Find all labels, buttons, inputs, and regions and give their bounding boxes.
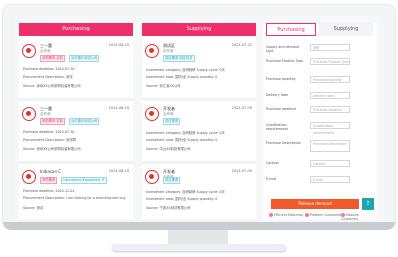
source-line: Source: 测试	[23, 206, 44, 210]
monitor-chin	[3, 222, 395, 230]
delivery-date-input[interactable]: Delivery date	[310, 92, 350, 99]
category-line: Investment category: 自研制研 Supply cycle: …	[146, 68, 225, 72]
field-label: Purchase Product Type	[266, 59, 304, 63]
field-label: Supply and demand type	[266, 45, 300, 53]
description-line: Procurement Description: 测试	[23, 75, 73, 79]
company-logo-icon	[145, 170, 159, 184]
monitor-stand-base	[112, 244, 286, 251]
source-line: Source: 宁波XX测试有限公司	[146, 206, 191, 210]
company-subtitle: 合作商	[163, 49, 174, 53]
check-icon	[269, 213, 273, 217]
company-tag: 沃尔德尔测试公司	[69, 118, 100, 125]
deadline-line: Purchase deadline: 2024-07-30	[23, 130, 75, 134]
post-date: 2024-07-09	[231, 106, 252, 110]
supplying-column-header: Supplying	[142, 23, 256, 36]
company-logo-icon	[145, 107, 159, 121]
source-line: Source: 浙江省XX公司	[146, 84, 181, 88]
supply-card[interactable]: 测试区 合作商 2024-07-25 供应需求-固定供货 Investment …	[142, 38, 256, 101]
screen: Purchasing 三一重 合作商 2024-08-19 采购需求-定制 沃尔…	[15, 15, 383, 225]
field-label: Purchase deadline	[266, 107, 297, 111]
feature-label: Platform Guarantee	[310, 213, 342, 217]
supply-card[interactable]: 开发者 合作商 2024-07-09 供应需求 Investment categ…	[142, 101, 256, 164]
type-tag: 供应需求	[163, 118, 181, 125]
contact-input[interactable]: Contact	[310, 160, 350, 167]
product-type-select[interactable]: Purchase Product Type	[310, 58, 350, 65]
email-input[interactable]: E-mail	[310, 176, 350, 183]
feature-item: Platform Guarantee	[305, 213, 341, 217]
purchase-card[interactable]: 三一重 合作商 2024-08-19 采购需求-定制 沃尔德尔测试公司 Purc…	[19, 38, 133, 101]
company-subtitle: 合作商	[163, 112, 174, 116]
tab-purchasing[interactable]: Purchasing	[266, 23, 316, 36]
post-date: 2024-07-25	[231, 43, 252, 47]
company-logo-icon	[22, 44, 36, 58]
type-tag: 采购需求	[40, 177, 58, 184]
description-line: Procurement Description: 测试啊	[23, 138, 76, 142]
type-tag: 采购需求-定制	[40, 55, 65, 62]
field-label: E-mail	[266, 177, 277, 181]
quantity-input[interactable]: Purchase quantity	[310, 76, 350, 83]
monitor-frame: Purchasing 三一重 合作商 2024-08-19 采购需求-定制 沃尔…	[3, 5, 395, 229]
purchasing-column-header: Purchasing	[19, 23, 133, 36]
company-logo-icon	[22, 107, 36, 121]
check-icon	[305, 213, 309, 217]
company-subtitle: 合作商	[40, 49, 51, 53]
tab-supplying[interactable]: Supplying	[319, 23, 373, 36]
company-tag: 沃尔德尔测试公司	[69, 55, 100, 62]
description-input[interactable]: Purchase Description	[310, 140, 350, 152]
area-line: Investment area: 国内/全 Supply quantity: 0	[146, 75, 218, 79]
company-subtitle: 合作商	[40, 112, 51, 116]
category-line: Investment category: 自研制研 Supply cycle: …	[146, 190, 225, 194]
source-line: Source: 深圳XX公司采购包装有限公司	[23, 147, 81, 151]
deadline-line: Purchase deadline: 2024-11-01	[23, 189, 75, 193]
source-line: Source: 中山XX科技有限公司	[146, 147, 191, 151]
field-label: Purchase quantity	[266, 77, 296, 81]
feature-item: Massive Customers	[341, 213, 374, 221]
monitor-stand-neck	[168, 230, 228, 244]
type-tag: 供应需求	[163, 177, 181, 184]
area-line: Investment area: 国内/全 Supply quantity: 0	[146, 138, 218, 142]
purchase-card[interactable]: Indiacan C 2024-08-19 采购需求 Connection Eq…	[19, 164, 133, 223]
category-line: Investment category: 自研制研 Supply cycle: …	[146, 131, 225, 135]
post-date: 2024-07-09	[231, 169, 252, 173]
feature-item: Efficient Matching	[269, 213, 303, 217]
demand-type-select[interactable]: 采购	[310, 44, 350, 51]
company-logo-icon	[22, 170, 36, 184]
post-date: 2024-08-19	[108, 43, 129, 47]
field-label: Purchase Description	[266, 141, 301, 145]
feature-label: Efficient Matching	[274, 213, 303, 217]
field-label: Qualification requirements	[266, 123, 289, 131]
field-label: Contact	[266, 161, 279, 165]
deadline-line: Purchase deadline: 2024-07-30	[23, 67, 75, 71]
company-tag: Connection Equipment IT	[61, 177, 107, 184]
purchase-card[interactable]: 三一重 合作商 2024-08-19 采购需求-定制 沃尔德尔测试公司 Purc…	[19, 101, 133, 164]
post-date: 2024-08-19	[108, 106, 129, 110]
description-line: Procurement Description: I am looking fo…	[23, 196, 126, 200]
company-name: Indiacan C	[40, 169, 62, 174]
post-date: 2024-08-19	[108, 169, 129, 173]
source-line: Source: 深圳XX公司采购包装有限公司	[23, 84, 81, 88]
area-line: Investment area: 国内/全 Supply quantity: 0	[146, 197, 218, 201]
demand-form-panel: Purchasing Supplying Supply and demand t…	[263, 23, 377, 221]
supplying-column: Supplying 测试区 合作商 2024-07-25 供应需求-固定供货 I…	[142, 23, 256, 223]
field-label: Delivery date	[266, 93, 289, 97]
type-tag: 供应需求-固定供货	[163, 55, 195, 62]
qualification-input[interactable]: Qualification requirements	[310, 122, 350, 135]
feature-list: Efficient Matching Platform Guarantee Ma…	[269, 213, 374, 221]
company-logo-icon	[145, 44, 159, 58]
supply-card[interactable]: 开发者 合作商 2024-07-09 供应需求 Investment categ…	[142, 164, 256, 223]
deadline-input[interactable]: Purchase deadline	[310, 106, 350, 113]
release-demand-button[interactable]: Release demand	[271, 199, 359, 209]
type-tag: 采购需求-定制	[40, 118, 65, 125]
purchasing-column: Purchasing 三一重 合作商 2024-08-19 采购需求-定制 沃尔…	[19, 23, 133, 223]
upload-icon[interactable]: ⇪	[362, 198, 374, 210]
